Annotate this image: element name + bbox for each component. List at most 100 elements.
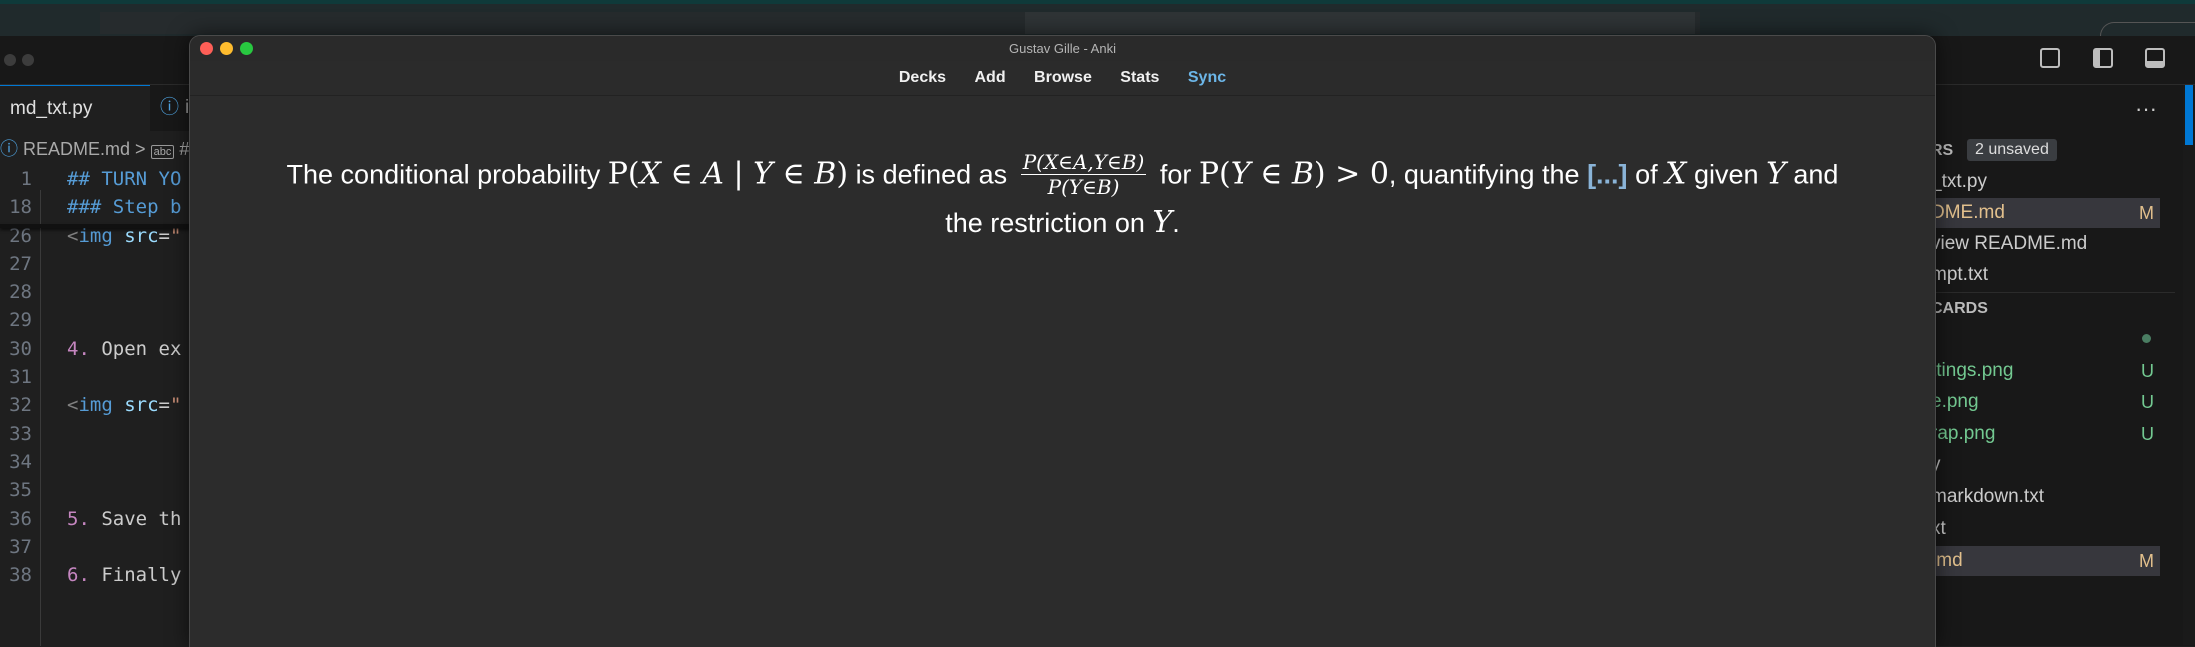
- code-text: 4. Open ex: [67, 338, 182, 360]
- toggle-panel-icon[interactable]: [2145, 48, 2165, 68]
- math-expression: P(Y ∈ B) > 0: [1198, 156, 1389, 192]
- cloze-deletion: [...]: [1587, 159, 1628, 190]
- file-item[interactable]: y: [1930, 450, 2160, 480]
- breadcrumb-file[interactable]: README.md: [23, 139, 130, 159]
- breadcrumb-separator: >: [135, 139, 146, 159]
- anki-titlebar[interactable]: Gustav Gille - Anki: [190, 36, 1935, 61]
- line-number: 28: [9, 281, 32, 303]
- minimize-button[interactable]: [220, 42, 233, 55]
- code-line[interactable]: 31: [0, 363, 200, 391]
- customize-layout-icon[interactable]: [2040, 48, 2060, 68]
- card-text-segment: and: [1793, 159, 1839, 190]
- code-text: ## TURN YO: [67, 168, 182, 190]
- line-number: 29: [9, 309, 32, 331]
- card-text-segment: the restriction on: [945, 208, 1145, 238]
- fraction-denominator: P(Y∈B): [1047, 175, 1120, 199]
- open-editor-item[interactable]: _txt.py: [1930, 167, 2160, 197]
- code-line[interactable]: 32 <img src=": [0, 391, 200, 419]
- fraction-numerator: P(X∈A,Y∈B): [1020, 150, 1147, 175]
- editor-layout-actions: [1995, 36, 2195, 84]
- tab-md-txt-py[interactable]: md_txt.py: [0, 85, 150, 131]
- math-expression: P(X ∈ A | Y ∈ B): [607, 156, 849, 192]
- card-text-segment: of: [1635, 159, 1658, 190]
- explorer-scrollbar[interactable]: [2183, 85, 2195, 645]
- code-text: 6. Finally: [67, 564, 182, 586]
- code-text: 5. Save th: [67, 508, 182, 530]
- code-line[interactable]: 34: [0, 448, 200, 476]
- top-accent-line: [0, 0, 2195, 4]
- code-line[interactable]: 38 6. Finally: [0, 561, 200, 589]
- card-text-segment: given: [1694, 159, 1759, 190]
- code-line[interactable]: 36 5. Save th: [0, 505, 200, 533]
- top-strip: [0, 0, 2195, 37]
- breadcrumb-symbol[interactable]: #: [179, 139, 189, 159]
- breadcrumb: ⓘ README.md > abc #: [0, 133, 189, 165]
- code-line[interactable]: 29: [0, 306, 200, 334]
- folder-section-header[interactable]: CARDS: [1930, 294, 2160, 324]
- window-close-icon[interactable]: [4, 54, 16, 66]
- file-item[interactable]: xt: [1930, 514, 2160, 544]
- git-status-badge: U: [2141, 424, 2154, 444]
- code-line[interactable]: 35: [0, 476, 200, 504]
- code-text: <img src=": [67, 394, 182, 416]
- math-fraction: P(X∈A,Y∈B) P(Y∈B): [1020, 150, 1147, 199]
- git-status-badge: U: [2141, 361, 2154, 381]
- line-number: 30: [9, 338, 32, 360]
- line-number: 1: [20, 168, 32, 190]
- file-item[interactable]: e.png U: [1930, 387, 2160, 417]
- line-number: 33: [9, 423, 32, 445]
- git-status-badge: M: [2139, 551, 2154, 571]
- file-item[interactable]: ttings.png U: [1930, 356, 2160, 386]
- file-item[interactable]: rap.png U: [1930, 419, 2160, 449]
- editor-tabbar: md_txt.py ⓘ i: [0, 85, 200, 131]
- file-item[interactable]: markdown.txt: [1930, 482, 2160, 512]
- toolbar-stats[interactable]: Stats: [1120, 61, 1159, 95]
- line-number: 34: [9, 451, 32, 473]
- period: .: [1172, 208, 1180, 238]
- code-line[interactable]: 33: [0, 420, 200, 448]
- window-title: Gustav Gille - Anki: [1009, 41, 1116, 56]
- anki-window: Gustav Gille - Anki Decks Add Browse Sta…: [189, 35, 1936, 647]
- unsaved-badge: 2 unsaved: [1967, 139, 2057, 161]
- line-number: 32: [9, 394, 32, 416]
- toolbar-browse[interactable]: Browse: [1034, 61, 1092, 95]
- info-icon: ⓘ: [160, 97, 180, 118]
- close-button[interactable]: [200, 42, 213, 55]
- math-variable: Y: [1766, 156, 1786, 192]
- panel-divider: [1930, 292, 2175, 293]
- toolbar-decks[interactable]: Decks: [899, 61, 946, 95]
- line-number: 27: [9, 253, 32, 275]
- code-line[interactable]: 30 4. Open ex: [0, 335, 200, 363]
- window-minimize-icon[interactable]: [22, 54, 34, 66]
- open-editor-item[interactable]: view README.md: [1930, 229, 2160, 259]
- tab-label: md_txt.py: [10, 98, 93, 119]
- toolbar-add[interactable]: Add: [974, 61, 1005, 95]
- command-center[interactable]: [1025, 12, 1695, 34]
- math-variable: Y: [1152, 205, 1173, 240]
- sticky-scroll-separator: [0, 224, 200, 228]
- card-text-segment: , quantifying the: [1388, 159, 1580, 190]
- markdown-info-icon: ⓘ: [0, 139, 18, 159]
- maximize-button[interactable]: [240, 42, 253, 55]
- file-item[interactable]: .md M: [1930, 546, 2160, 576]
- git-decoration-dot: [2142, 334, 2151, 343]
- code-text: ### Step b: [67, 196, 182, 218]
- code-line[interactable]: 27: [0, 250, 200, 278]
- anki-toolbar: Decks Add Browse Stats Sync: [190, 61, 1935, 96]
- open-editor-item[interactable]: mpt.txt: [1930, 260, 2160, 290]
- code-line[interactable]: 1 ## TURN YO: [0, 165, 200, 193]
- line-number: 35: [9, 479, 32, 501]
- toolbar-sync[interactable]: Sync: [1188, 61, 1226, 95]
- scrollbar-thumb[interactable]: [2185, 85, 2193, 145]
- open-editor-item[interactable]: DME.md M: [1930, 198, 2160, 228]
- git-status-badge: U: [2141, 392, 2154, 412]
- toggle-sidebar-icon[interactable]: [2093, 48, 2113, 68]
- code-line[interactable]: 18 ### Step b: [0, 193, 200, 221]
- more-actions-icon[interactable]: ···: [2135, 96, 2157, 122]
- code-line[interactable]: 37: [0, 533, 200, 561]
- line-number: 31: [9, 366, 32, 388]
- card-text-segment: is defined as: [855, 159, 1008, 190]
- corner-pill: [2100, 22, 2195, 37]
- line-number: 18: [9, 196, 32, 218]
- code-line[interactable]: 28: [0, 278, 200, 306]
